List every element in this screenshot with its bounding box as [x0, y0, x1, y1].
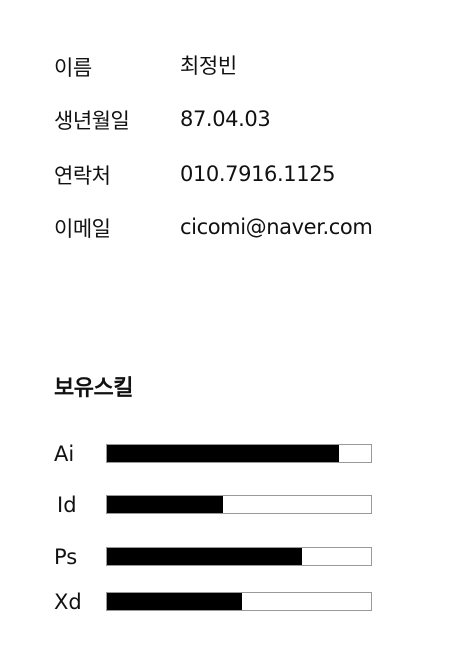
skill-row-ps: Ps	[0, 544, 472, 574]
skill-progress-fill	[107, 496, 224, 513]
skill-progress-fill	[107, 548, 303, 565]
skill-row-ai: Ai	[0, 441, 472, 471]
profile-row-name: 이름 최정빈	[0, 54, 472, 85]
skill-progress-fill	[107, 445, 340, 462]
contact-label: 연락처	[54, 164, 111, 188]
email-value: cicomi@naver.com	[180, 215, 373, 239]
skill-progress-fill	[107, 593, 242, 610]
skill-progress-bar	[106, 547, 372, 566]
profile-row-contact: 연락처 010.7916.1125	[0, 162, 472, 193]
profile-row-birthdate: 생년월일 87.04.03	[0, 107, 472, 138]
skill-label: Ai	[54, 442, 75, 466]
birthdate-value: 87.04.03	[180, 107, 271, 131]
birthdate-label: 생년월일	[54, 109, 130, 133]
name-label: 이름	[54, 56, 92, 80]
skill-label: Xd	[54, 590, 82, 614]
skill-row-id: Id	[0, 492, 472, 522]
skill-row-xd: Xd	[0, 589, 472, 619]
skill-progress-bar	[106, 592, 372, 611]
skill-progress-bar	[106, 444, 372, 463]
contact-value: 010.7916.1125	[180, 162, 336, 186]
skills-section-title: 보유스킬	[54, 376, 133, 401]
skill-progress-bar	[106, 495, 372, 514]
name-value: 최정빈	[180, 54, 237, 78]
profile-row-email: 이메일 cicomi@naver.com	[0, 215, 472, 246]
skill-label: Id	[57, 493, 77, 517]
email-label: 이메일	[54, 217, 111, 241]
skill-label: Ps	[54, 545, 78, 569]
